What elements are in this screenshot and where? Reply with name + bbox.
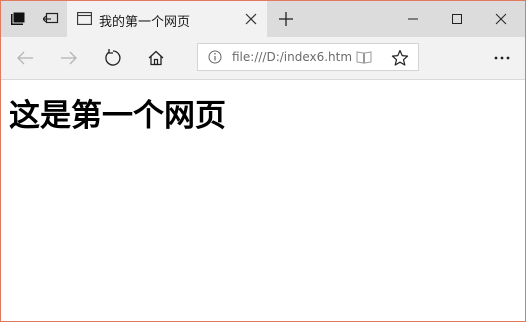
tab-preview-icon [11, 11, 26, 25]
info-icon[interactable] [208, 50, 222, 64]
close-icon [495, 13, 507, 25]
tab-active[interactable]: 我的第一个网页 [67, 1, 267, 37]
forward-arrow-icon [61, 51, 77, 65]
back-arrow-icon [17, 51, 33, 65]
address-url[interactable]: file:///D:/index6.html [232, 50, 352, 64]
tab-bar: 我的第一个网页 [1, 1, 525, 37]
close-window-button[interactable] [479, 1, 523, 37]
minimize-button[interactable] [391, 1, 435, 37]
back-button[interactable] [12, 45, 38, 71]
set-aside-tabs-button[interactable] [35, 1, 67, 37]
reading-view-icon[interactable] [356, 50, 372, 64]
close-icon[interactable] [243, 11, 259, 27]
star-icon [391, 49, 409, 66]
home-icon [148, 50, 164, 66]
maximize-button[interactable] [435, 1, 479, 37]
plus-icon [279, 12, 293, 26]
new-tab-button[interactable] [269, 1, 303, 37]
address-bar[interactable]: file:///D:/index6.html [197, 43, 419, 71]
forward-button[interactable] [56, 45, 82, 71]
page-content: 这是第一个网页 [1, 80, 525, 321]
page-heading: 这是第一个网页 [9, 98, 226, 134]
toolbar: file:///D:/index6.html [1, 37, 525, 80]
more-button[interactable] [489, 45, 515, 71]
home-button[interactable] [143, 45, 169, 71]
tab-title: 我的第一个网页 [99, 15, 191, 30]
browser-window: 我的第一个网页 file:///D:/index6.html 这是第一个网页 [0, 0, 526, 322]
refresh-button[interactable] [100, 45, 126, 71]
more-icon [494, 56, 510, 60]
refresh-icon [105, 49, 121, 66]
minimize-icon [408, 18, 418, 20]
page-icon [77, 12, 92, 25]
favorite-button[interactable] [387, 45, 413, 71]
maximize-icon [452, 14, 462, 24]
tab-preview-button[interactable] [1, 1, 35, 37]
set-aside-tabs-icon [43, 12, 59, 24]
